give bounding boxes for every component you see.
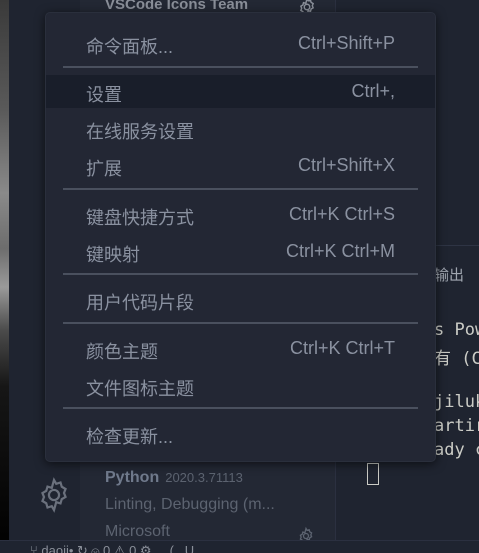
menu-item-shortcut: Ctrl+K Ctrl+T	[289, 338, 395, 358]
menu-item-label: 设置	[86, 85, 122, 105]
extension-version: 2020.3.71113	[165, 470, 243, 485]
menu-item-user-snippets[interactable]: 用户代码片段	[46, 283, 435, 316]
menu-item-color-theme[interactable]: 颜色主题 Ctrl+K Ctrl+T	[46, 332, 435, 365]
menu-item-label: 键映射	[86, 245, 140, 265]
terminal-line: artir	[434, 416, 479, 436]
menu-item-command-palette[interactable]: 命令面板... Ctrl+Shift+P	[46, 27, 435, 60]
menu-item-online-services-settings[interactable]: 在线服务设置	[46, 112, 435, 145]
menu-item-label: 用户代码片段	[86, 293, 194, 313]
menu-item-label: 文件图标主题	[86, 379, 194, 399]
status-bar: ⑂ daoji• ↻ ⓧ 0 ⚠ 0 ⚙ ... (.. U	[0, 540, 479, 553]
menu-separator	[63, 66, 418, 68]
menu-item-shortcut: Ctrl+K Ctrl+M	[285, 241, 395, 261]
menu-item-keymaps[interactable]: 键映射 Ctrl+K Ctrl+M	[46, 235, 435, 268]
menu-item-label: 键盘快捷方式	[86, 208, 194, 228]
terminal-line: s Pow	[434, 320, 479, 340]
menu-item-extensions[interactable]: 扩展 Ctrl+Shift+X	[46, 149, 435, 182]
manage-context-menu: 命令面板... Ctrl+Shift+P 设置 Ctrl+, 在线服务设置 扩展…	[45, 12, 436, 462]
menu-item-label: 颜色主题	[86, 342, 158, 362]
menu-item-label: 检查更新...	[86, 427, 174, 447]
terminal-line: 有 (C	[434, 349, 479, 369]
extension-description: Linting, Debugging (m...	[105, 496, 275, 513]
menu-item-label: 命令面板...	[86, 37, 174, 57]
menu-separator	[63, 273, 418, 275]
menu-item-label: 扩展	[86, 159, 122, 179]
terminal-line: ady c	[434, 440, 479, 460]
terminal-cursor	[367, 463, 379, 485]
extension-publisher: Microsoft	[105, 523, 170, 540]
menu-item-shortcut: Ctrl+Shift+P	[297, 33, 395, 53]
extension-name[interactable]: Python 2020.3.71113	[105, 469, 243, 487]
menu-item-shortcut: Ctrl+K Ctrl+S	[288, 204, 395, 224]
menu-separator	[63, 188, 418, 190]
terminal-line: jiluk	[434, 392, 479, 412]
menu-item-shortcut: Ctrl+,	[351, 81, 395, 101]
extension-name-label: Python	[105, 469, 160, 486]
menu-item-keyboard-shortcuts[interactable]: 键盘快捷方式 Ctrl+K Ctrl+S	[46, 198, 435, 231]
tab-output[interactable]: 输出	[434, 264, 464, 285]
menu-item-settings[interactable]: 设置 Ctrl+,	[46, 75, 435, 108]
menu-item-file-icon-theme[interactable]: 文件图标主题	[46, 369, 435, 402]
menu-item-label: 在线服务设置	[86, 122, 194, 142]
menu-item-shortcut: Ctrl+Shift+X	[297, 155, 395, 175]
menu-separator	[63, 322, 418, 324]
desktop-background-strip	[0, 0, 9, 552]
menu-item-check-for-updates[interactable]: 检查更新...	[46, 417, 435, 450]
menu-separator	[63, 407, 418, 409]
manage-gear-icon[interactable]	[35, 476, 73, 514]
